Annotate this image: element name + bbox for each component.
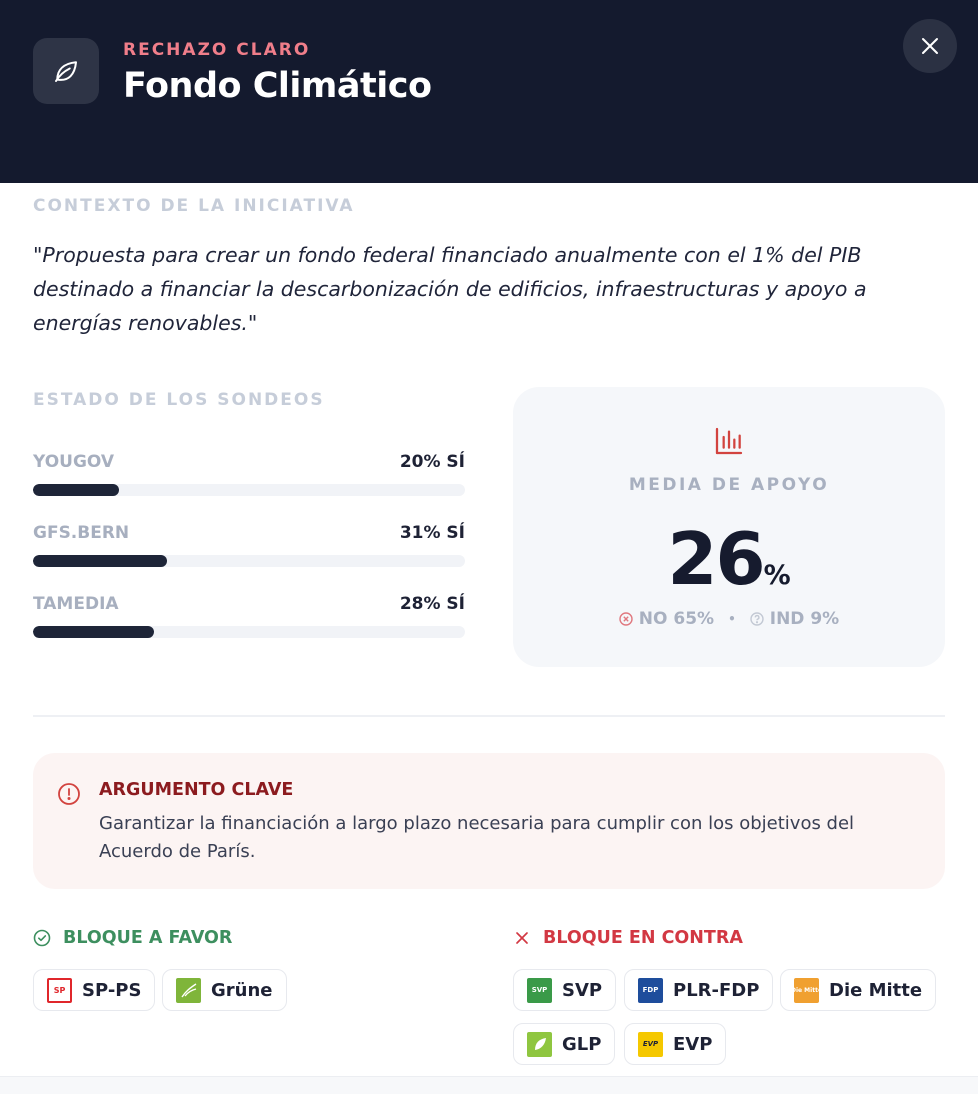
key-argument-text: Garantizar la financiación a largo plazo…: [99, 813, 855, 862]
poll-bar-fill: [33, 626, 154, 638]
party-name: SVP: [562, 979, 603, 1001]
bloc-contra-heading: BLOQUE EN CONTRA: [513, 928, 743, 948]
average-breakdown: NO 65% • IND 9%: [513, 609, 945, 629]
page-title: Fondo Climático: [123, 66, 432, 106]
x-icon: [516, 932, 528, 944]
party-chip-evp[interactable]: EVP EVP: [624, 1023, 727, 1065]
context-section-label: CONTEXTO DE LA INICIATIVA: [33, 196, 355, 216]
poll-value: 20% SÍ: [399, 452, 465, 472]
party-name: Die Mitte: [829, 979, 923, 1001]
bloc-favor-title: BLOQUE A FAVOR: [63, 928, 233, 948]
alert-circle-icon: [58, 783, 80, 805]
poll-value: 28% SÍ: [399, 594, 465, 614]
modal-header: RECHAZO CLARO Fondo Climático: [0, 0, 978, 183]
bloc-contra-title: BLOQUE EN CONTRA: [543, 928, 743, 948]
glp-logo: [527, 1031, 552, 1057]
party-name: PLR-FDP: [673, 979, 760, 1001]
ind-percentage: IND 9%: [769, 609, 840, 629]
average-unit: %: [763, 560, 791, 591]
poll-bar-fill: [33, 555, 167, 567]
close-icon: [922, 38, 938, 54]
polls-section-label: ESTADO DE LOS SONDEOS: [33, 390, 325, 410]
poll-row: GFS.BERN 31% SÍ: [33, 523, 465, 567]
party-chip-die-mitte[interactable]: Die Mitte Die Mitte: [780, 969, 937, 1011]
poll-name: TAMEDIA: [33, 594, 119, 614]
party-chip-sp-ps[interactable]: SP SP-PS: [33, 969, 156, 1011]
modal-footer-strip: [0, 1076, 978, 1094]
section-divider: [33, 715, 945, 717]
party-chip-plr-fdp[interactable]: FDP PLR-FDP: [624, 969, 774, 1011]
poll-name: GFS.BERN: [33, 523, 130, 543]
no-percentage: NO 65%: [638, 609, 715, 629]
party-chip-glp[interactable]: GLP: [513, 1023, 616, 1065]
close-button[interactable]: [903, 19, 957, 73]
poll-value: 31% SÍ: [399, 523, 465, 543]
poll-row: YOUGOV 20% SÍ: [33, 452, 465, 496]
verdict-kicker: RECHAZO CLARO: [123, 40, 311, 60]
die-mitte-logo: Die Mitte: [791, 977, 822, 1003]
poll-name: YOUGOV: [33, 452, 115, 472]
party-name: SP-PS: [82, 979, 142, 1001]
sp-ps-logo: SP: [47, 977, 72, 1003]
bar-chart-icon: [715, 427, 743, 455]
poll-bar-track: [33, 626, 465, 638]
party-name: EVP: [673, 1033, 713, 1055]
context-quote: "Propuesta para crear un fondo federal f…: [33, 243, 867, 335]
sunflower-icon: [180, 983, 196, 998]
key-argument-box: ARGUMENTO CLAVE Garantizar la financiaci…: [33, 753, 945, 889]
average-value: 26%: [513, 517, 945, 601]
poll-row: TAMEDIA 28% SÍ: [33, 594, 465, 638]
svp-logo: SVP: [527, 977, 552, 1003]
poll-bar-fill: [33, 484, 120, 496]
average-support-card: MEDIA DE APOYO 26% NO 65% • IND 9%: [513, 387, 945, 667]
average-label: MEDIA DE APOYO: [628, 475, 830, 495]
party-chip-svp[interactable]: SVP SVP: [513, 969, 617, 1011]
breakdown-separator: •: [728, 612, 736, 626]
question-circle-icon: [750, 612, 764, 626]
grune-logo: [176, 977, 201, 1003]
key-argument-title: ARGUMENTO CLAVE: [99, 780, 294, 800]
average-number: 26: [667, 517, 765, 601]
x-circle-icon: [619, 612, 633, 626]
leaf-icon: [55, 61, 77, 82]
plr-fdp-logo: FDP: [638, 977, 663, 1003]
evp-logo: EVP: [638, 1031, 663, 1057]
party-chip-grune[interactable]: Grüne: [162, 969, 287, 1011]
leaf-icon-tile: [33, 38, 99, 104]
glp-leaf-icon: [534, 1038, 546, 1050]
poll-bar-track: [33, 555, 465, 567]
party-name: Grüne: [211, 979, 273, 1001]
poll-bar-track: [33, 484, 465, 496]
party-name: GLP: [562, 1033, 602, 1055]
bloc-favor-heading: BLOQUE A FAVOR: [33, 928, 232, 948]
check-circle-icon: [33, 929, 51, 947]
